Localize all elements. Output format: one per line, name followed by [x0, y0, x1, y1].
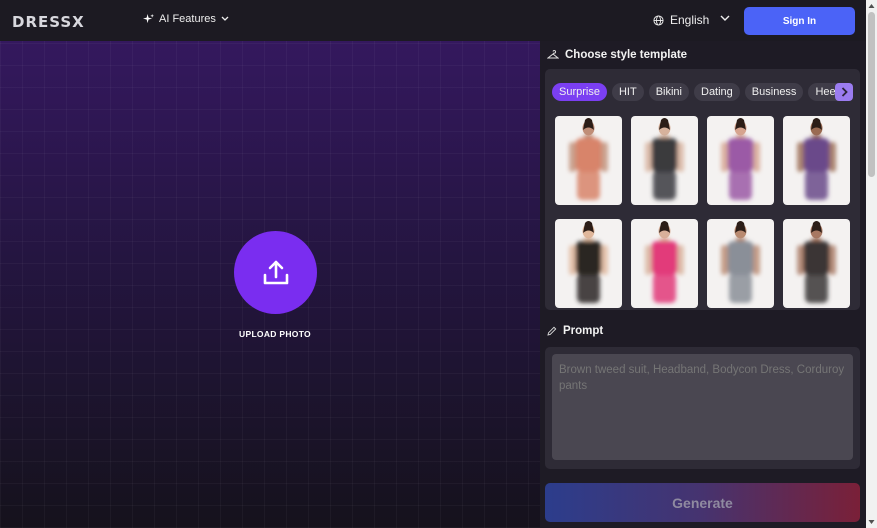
language-label: English: [670, 13, 710, 27]
hanger-icon: [547, 49, 559, 58]
category-chips: Surprise HIT Bikini Dating Business Heel…: [552, 83, 853, 101]
model-figure-image: [645, 118, 684, 200]
template-thumbnail[interactable]: [783, 116, 850, 205]
pencil-icon: [547, 326, 557, 336]
style-template-heading: Choose style template: [547, 49, 687, 61]
chips-next-button[interactable]: [835, 83, 853, 101]
globe-icon: [653, 14, 664, 26]
template-thumbnail[interactable]: [707, 219, 774, 308]
upload-photo-button[interactable]: [234, 231, 317, 314]
model-figure-image: [797, 221, 836, 303]
upload-area[interactable]: UPLOAD PHOTO: [0, 41, 540, 528]
style-template-title: Choose style template: [565, 49, 688, 61]
chip-bikini[interactable]: Bikini: [648, 83, 689, 101]
model-figure-image: [645, 221, 684, 303]
page-scrollbar[interactable]: [866, 0, 877, 528]
prompt-title: Prompt: [563, 325, 604, 337]
model-figure-image: [797, 118, 836, 200]
prompt-box: [545, 347, 860, 469]
chip-hit[interactable]: HIT: [611, 83, 644, 101]
dressx-logo[interactable]: DRESSX: [12, 13, 85, 31]
template-thumbnail[interactable]: [555, 116, 622, 205]
style-template-box: Surprise HIT Bikini Dating Business Heel…: [545, 69, 860, 310]
prompt-input[interactable]: [552, 354, 853, 460]
scroll-up-arrow-icon[interactable]: [868, 2, 875, 10]
chevron-down-icon: [221, 16, 229, 21]
ai-features-label: AI Features: [159, 13, 216, 25]
upload-photo-label: UPLOAD PHOTO: [239, 329, 311, 339]
scroll-down-arrow-icon[interactable]: [868, 518, 875, 526]
model-figure-image: [569, 221, 608, 303]
chevron-right-icon: [841, 87, 848, 97]
language-selector[interactable]: English: [653, 13, 709, 27]
template-thumbnail[interactable]: [783, 219, 850, 308]
template-thumbnail[interactable]: [631, 219, 698, 308]
top-header: DRESSX AI Features English Sign In: [0, 0, 866, 41]
prompt-heading: Prompt: [547, 325, 603, 337]
template-thumbnail[interactable]: [707, 116, 774, 205]
upload-icon: [263, 260, 288, 284]
ai-features-menu[interactable]: AI Features: [143, 13, 229, 25]
generate-button[interactable]: Generate: [545, 483, 860, 522]
model-figure-image: [569, 118, 608, 200]
template-thumbnail[interactable]: [555, 219, 622, 308]
template-thumbnail[interactable]: [631, 116, 698, 205]
model-figure-image: [721, 221, 760, 303]
right-panel: Choose style template Surprise HIT Bikin…: [540, 41, 866, 528]
scrollbar-thumb[interactable]: [868, 12, 875, 177]
chevron-down-icon[interactable]: [720, 14, 730, 22]
chip-business[interactable]: Business: [744, 83, 804, 101]
sign-in-button[interactable]: Sign In: [744, 7, 855, 35]
chip-dating[interactable]: Dating: [694, 83, 740, 101]
model-figure-image: [721, 118, 760, 200]
sparkle-icon: [143, 13, 154, 23]
chip-surprise[interactable]: Surprise: [552, 83, 607, 101]
